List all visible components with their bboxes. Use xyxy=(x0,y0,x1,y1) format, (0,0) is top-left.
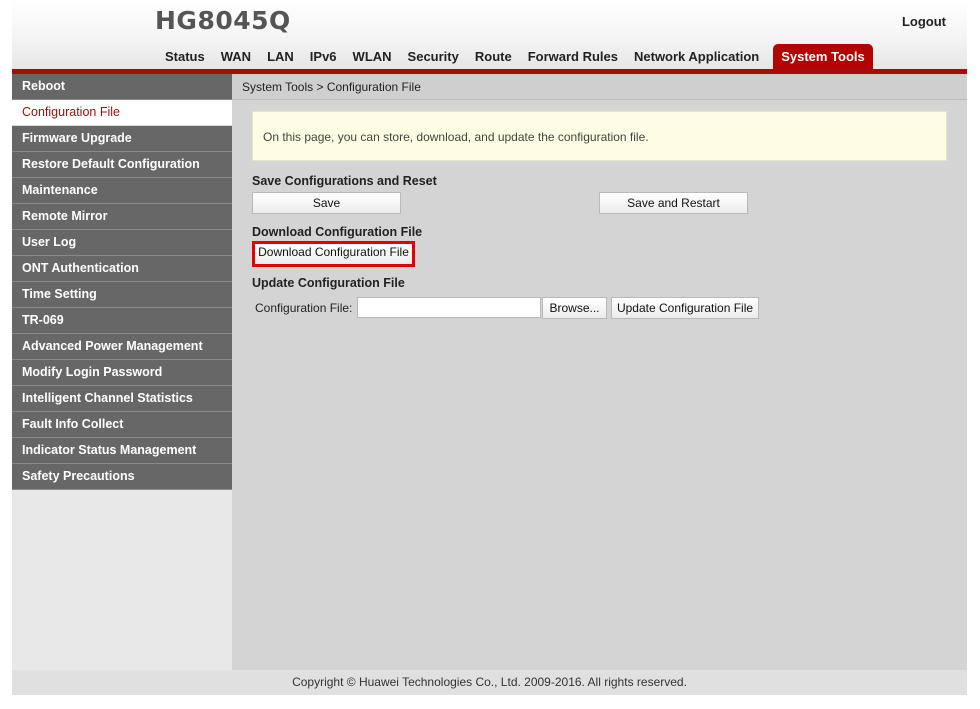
product-name: HG8045Q xyxy=(155,6,291,35)
save-button[interactable]: Save xyxy=(252,192,401,214)
nav-ipv6[interactable]: IPv6 xyxy=(302,44,345,70)
config-file-label: Configuration File: xyxy=(255,301,353,315)
footer-copyright: Copyright © Huawei Technologies Co., Ltd… xyxy=(12,670,967,695)
logout-link[interactable]: Logout xyxy=(902,14,946,29)
sidebar-item-firmware-upgrade[interactable]: Firmware Upgrade xyxy=(12,126,232,152)
sidebar-item-advanced-power[interactable]: Advanced Power Management xyxy=(12,334,232,360)
header: HG8045Q Logout Status WAN LAN IPv6 WLAN … xyxy=(12,0,967,72)
nav-forward-rules[interactable]: Forward Rules xyxy=(520,44,626,70)
sidebar-item-ont-authentication[interactable]: ONT Authentication xyxy=(12,256,232,282)
browse-button[interactable]: Browse... xyxy=(542,297,607,319)
router-admin-page: HG8045Q Logout Status WAN LAN IPv6 WLAN … xyxy=(12,0,967,695)
sidebar: Reboot Configuration File Firmware Upgra… xyxy=(12,74,232,670)
top-nav: Status WAN LAN IPv6 WLAN Security Route … xyxy=(157,44,873,70)
sidebar-item-configuration-file[interactable]: Configuration File xyxy=(12,100,232,126)
nav-wan[interactable]: WAN xyxy=(213,44,259,70)
sidebar-item-maintenance[interactable]: Maintenance xyxy=(12,178,232,204)
nav-security[interactable]: Security xyxy=(400,44,467,70)
info-box: On this page, you can store, download, a… xyxy=(252,111,947,161)
nav-system-tools[interactable]: System Tools xyxy=(773,44,873,70)
sidebar-item-reboot[interactable]: Reboot xyxy=(12,74,232,100)
sidebar-item-restore-default[interactable]: Restore Default Configuration xyxy=(12,152,232,178)
nav-route[interactable]: Route xyxy=(467,44,520,70)
sidebar-item-modify-password[interactable]: Modify Login Password xyxy=(12,360,232,386)
save-and-restart-button[interactable]: Save and Restart xyxy=(599,192,748,214)
config-file-input[interactable] xyxy=(357,297,541,318)
nav-wlan[interactable]: WLAN xyxy=(345,44,400,70)
breadcrumb: System Tools > Configuration File xyxy=(232,74,967,100)
sidebar-item-user-log[interactable]: User Log xyxy=(12,230,232,256)
save-section-title: Save Configurations and Reset xyxy=(252,174,437,188)
sidebar-item-tr069[interactable]: TR-069 xyxy=(12,308,232,334)
update-config-button[interactable]: Update Configuration File xyxy=(611,297,759,319)
sidebar-item-time-setting[interactable]: Time Setting xyxy=(12,282,232,308)
update-section-title: Update Configuration File xyxy=(252,276,405,290)
main-content: System Tools > Configuration File On thi… xyxy=(232,74,967,670)
sidebar-item-indicator-status[interactable]: Indicator Status Management xyxy=(12,438,232,464)
nav-lan[interactable]: LAN xyxy=(259,44,302,70)
sidebar-item-channel-statistics[interactable]: Intelligent Channel Statistics xyxy=(12,386,232,412)
nav-network-application[interactable]: Network Application xyxy=(626,44,767,70)
download-section-title: Download Configuration File xyxy=(252,225,423,239)
sidebar-item-fault-info[interactable]: Fault Info Collect xyxy=(12,412,232,438)
sidebar-item-safety-precautions[interactable]: Safety Precautions xyxy=(12,464,232,490)
nav-status[interactable]: Status xyxy=(157,44,213,70)
sidebar-item-remote-mirror[interactable]: Remote Mirror xyxy=(12,204,232,230)
download-config-button[interactable]: Download Configuration File xyxy=(252,241,415,267)
